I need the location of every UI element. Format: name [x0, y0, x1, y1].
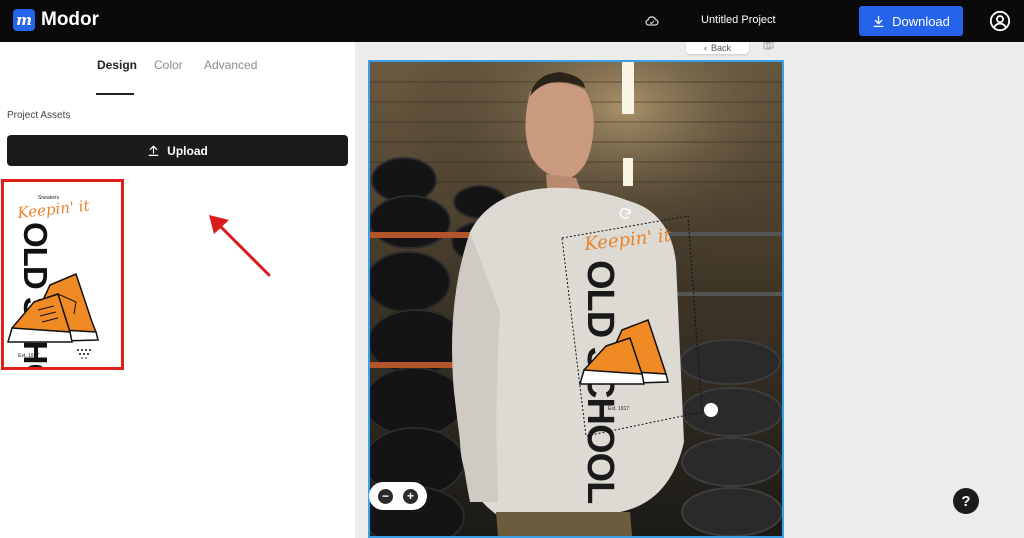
- modor-logo-icon: m: [13, 9, 35, 31]
- tab-bar: Design Color Advanced: [0, 56, 355, 95]
- download-icon: [873, 15, 884, 27]
- zoom-control: − +: [369, 482, 427, 510]
- resize-handle[interactable]: [704, 403, 718, 417]
- user-icon[interactable]: [989, 10, 1011, 32]
- asset-thumbnail[interactable]: Sneakers Keepin' it OLD SCHOOL Est. 1917: [1, 179, 124, 370]
- asset-footer-text: Est. 1917: [18, 353, 39, 359]
- brand-name: Modor: [41, 9, 100, 30]
- tab-color[interactable]: Color: [154, 58, 183, 72]
- zoom-in-button[interactable]: +: [403, 488, 418, 504]
- copy-icon[interactable]: [763, 42, 775, 50]
- red-arrow-icon: [209, 215, 271, 277]
- section-label: Project Assets: [7, 110, 71, 121]
- active-tab-underline: [96, 93, 134, 95]
- print-footer-text: Est. 1917: [608, 406, 629, 412]
- back-arrow-icon: ‹: [703, 43, 707, 53]
- left-panel: Design Color Advanced Project Assets Upl…: [0, 42, 355, 538]
- upload-icon: [148, 145, 159, 156]
- upload-button[interactable]: Upload: [7, 135, 348, 166]
- zoom-out-button[interactable]: −: [378, 488, 393, 504]
- download-button[interactable]: Download: [859, 6, 963, 36]
- back-button[interactable]: ‹ Back: [686, 42, 749, 54]
- mockup-photo: Keepin' it OLD SCHOOL Est. 1917: [370, 62, 782, 536]
- download-label: Download: [892, 13, 950, 29]
- design-canvas[interactable]: Keepin' it OLD SCHOOL Est. 1917: [368, 60, 784, 538]
- cloud-icon[interactable]: [644, 13, 660, 29]
- project-name[interactable]: Untitled Project: [701, 14, 776, 26]
- upload-label: Upload: [167, 143, 208, 158]
- asset-script-text: Keepin' it: [16, 196, 92, 222]
- help-button[interactable]: ?: [953, 488, 979, 514]
- asset-artwork: Sneakers Keepin' it OLD SCHOOL Est. 1917: [7, 195, 99, 367]
- tab-design[interactable]: Design: [97, 58, 137, 72]
- back-label: Back: [710, 43, 731, 53]
- rotate-icon[interactable]: [618, 207, 632, 221]
- halftone-dots: [77, 349, 91, 359]
- tab-advanced[interactable]: Advanced: [204, 58, 257, 72]
- top-bar: m Modor Untitled Project Download: [0, 0, 1024, 42]
- brand[interactable]: m Modor: [13, 9, 99, 31]
